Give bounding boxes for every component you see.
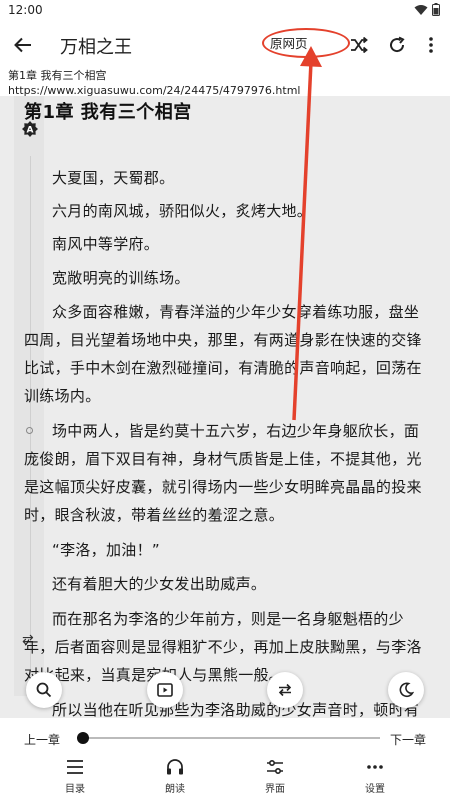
paragraph: “李洛，加油！” [52,541,160,559]
chapter-info-title: 第1章 我有三个相宫 [8,69,107,82]
side-line [30,156,31,676]
nav-catalog[interactable]: 目录 [40,756,110,800]
wifi-icon [414,4,428,15]
paragraph: 比试，手中木剑在激烈碰撞间，有清脆的声音响起，回荡在 [24,359,422,377]
autoplay-button[interactable] [147,672,183,708]
auto-brightness-icon[interactable]: A [22,121,38,137]
paragraph: 四周，目光望着场地中央，那里，有两道身影在快速的交锋 [24,331,422,349]
search-icon [36,682,52,698]
menu-icon [67,760,83,774]
battery-icon [432,3,440,16]
headphones-icon [167,759,183,775]
nav-interface[interactable]: 界面 [240,756,310,800]
auto-badge-letter: A [27,126,34,136]
swap-source-button[interactable] [267,672,303,708]
play-box-icon [157,683,173,697]
status-time: 12:00 [8,3,43,17]
nav-read-aloud[interactable]: 朗读 [140,756,210,800]
book-title: 万相之王 [60,37,132,58]
refresh-button[interactable] [386,34,408,56]
nav-settings[interactable]: 设置 [340,756,410,800]
refresh-icon [390,36,405,53]
nav-label: 界面 [265,784,285,795]
status-icons [414,3,440,16]
paragraph: 是这幅顶尖好皮囊，就引得场内一些少女明眸亮晶晶的投来 [24,478,422,496]
night-mode-button[interactable] [388,672,424,708]
paragraph: 宽敞明亮的训练场。 [52,269,190,287]
chapter-heading: 第1章 我有三个相宫 [24,102,192,123]
next-chapter-button[interactable]: 下一章 [390,731,426,748]
paragraph: 众多面容稚嫩，青春洋溢的少年少女穿着练功服，盘坐 [52,303,420,321]
chapter-info: 第1章 我有三个相宫 https://www.xiguasuwu.com/24/… [8,68,300,98]
dot-marker [26,427,33,434]
nav-label: 设置 [365,784,385,795]
status-bar: 12:00 [0,0,450,22]
more-vert-icon [429,37,433,53]
reading-area[interactable]: 第1章 我有三个相宫 A ⇄ 大夏国，天蜀郡。 六月的南风城，骄阳似火，炙烤大地… [0,96,450,718]
paragraph: 时，眼含秋波，带着丝丝的羞涩之意。 [24,506,285,524]
paragraph: 南风中等学府。 [52,235,160,253]
more-horiz-icon [367,765,383,769]
paragraph: 大夏国，天蜀郡。 [52,169,175,187]
back-button[interactable] [10,32,36,58]
swap-icon [278,683,292,697]
bottom-nav: 目录 朗读 界面 设置 [0,756,450,800]
nav-label: 目录 [65,784,85,795]
more-button[interactable] [420,34,442,56]
paragraph: 庞俊朗，眉下双目有神，身材气质皆是上佳，不提其他，光 [24,450,422,468]
chapter-progress-slider[interactable] [77,732,380,744]
annotation-circle [262,28,350,58]
nav-label: 朗读 [165,784,185,795]
paragraph: 对比起来，当真是宛如人与黑熊一般。 [24,661,432,690]
moon-icon [399,682,414,698]
prev-chapter-button[interactable]: 上一章 [24,731,60,748]
shuffle-button[interactable] [348,34,370,56]
chapter-progress-row: 上一章 下一章 [0,718,450,760]
paragraph: 六月的南风城，骄阳似火，炙烤大地。 [52,202,313,220]
search-button[interactable] [26,672,62,708]
paragraph: 而在那名为李洛的少年前方，则是一名身躯魁梧的少 [52,610,404,628]
shuffle-icon [351,37,368,53]
paragraph: 场中两人，皆是约莫十五六岁，右边少年身躯欣长，面 [52,422,420,440]
back-arrow-icon [14,37,31,53]
paragraph: 年，后者面容则是显得粗犷不少，再加上皮肤黝黑，与李洛 [24,638,422,656]
paragraph: 还有着胆大的少女发出助威声。 [52,575,267,593]
sliders-icon [267,759,283,775]
app-bar: 万相之王 原网页 [0,22,450,66]
paragraph: 训练场内。 [24,387,101,405]
progress-thumb[interactable] [77,732,89,744]
